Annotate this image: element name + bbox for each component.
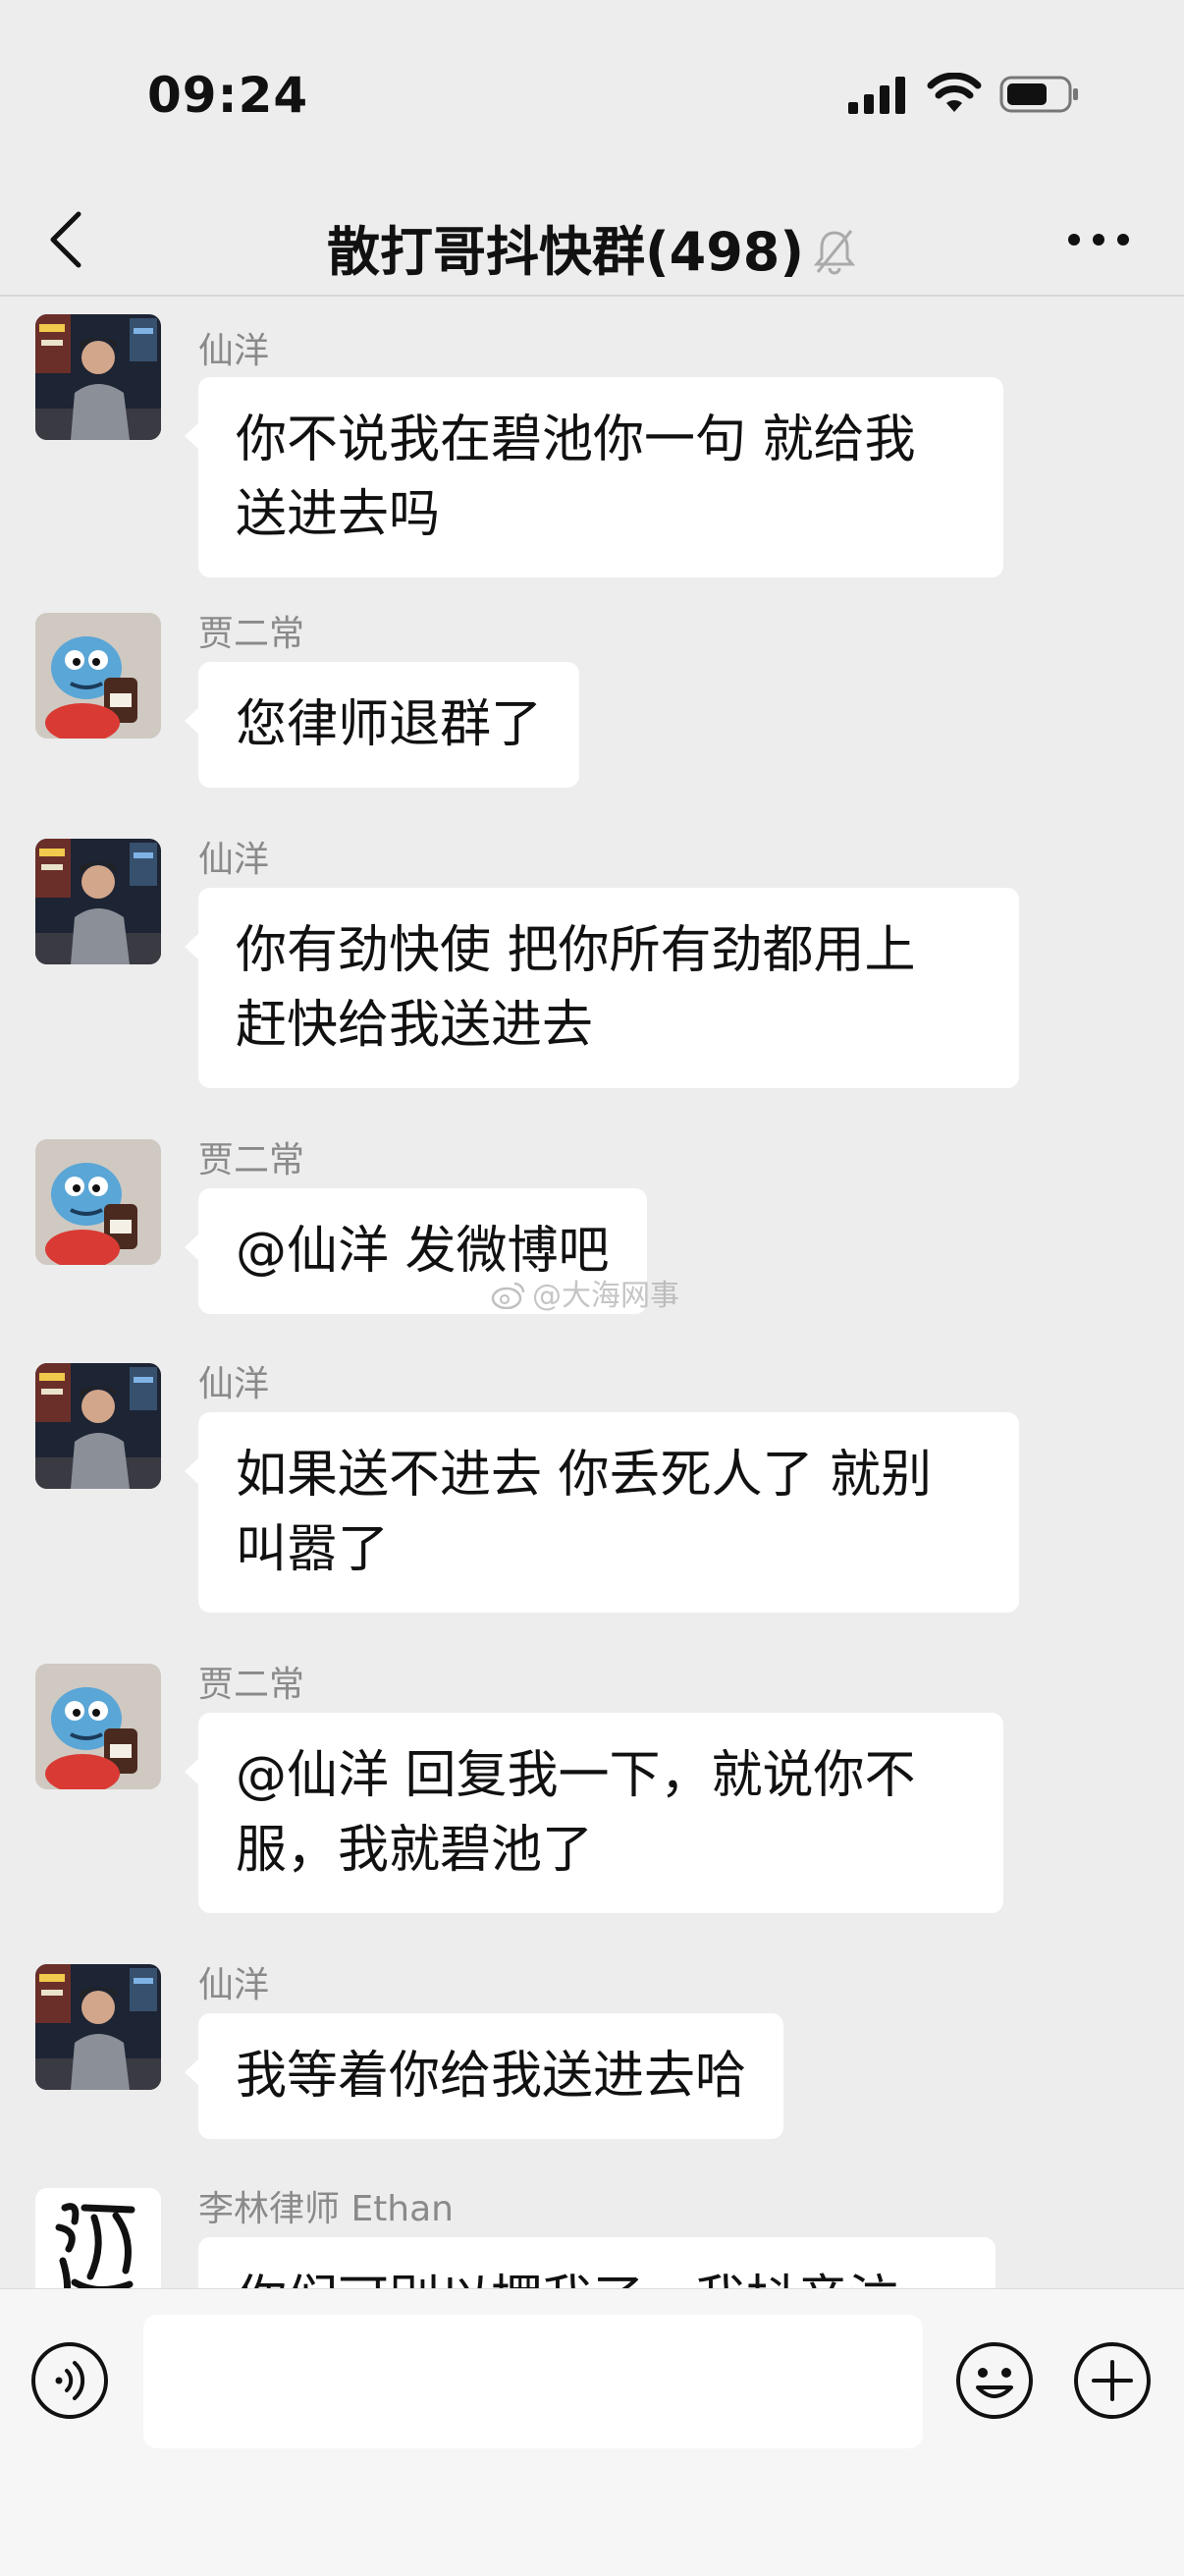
sender-name: 贾二常: [198, 614, 305, 654]
avatar-xianyang[interactable]: [35, 1964, 161, 2090]
avatar-xianyang[interactable]: [35, 1363, 161, 1489]
avatar-lilin-lawyer[interactable]: [35, 2188, 161, 2288]
avatar-jiaerchang[interactable]: [35, 1664, 161, 1789]
message-bubble[interactable]: 你有劲快使 把你所有劲都用上 赶快给我送进去: [185, 888, 1019, 1088]
cellular-signal-icon: [848, 77, 905, 114]
message-bubble[interactable]: 你们可别以摆我了，我抖音泣: [198, 2237, 996, 2288]
chat-title: 散打哥抖快群(498): [0, 208, 1184, 286]
sender-name: 李林律师 Ethan: [198, 2189, 454, 2229]
status-time: 09:24: [147, 67, 309, 124]
input-bar: [0, 2288, 1184, 2576]
chat-title-text: 散打哥抖快群(498): [326, 221, 805, 283]
avatar-jiaerchang[interactable]: [35, 613, 161, 739]
sender-name: 仙洋: [198, 840, 270, 880]
message-bubble[interactable]: 您律师退群了: [184, 662, 580, 788]
chat-nav-bar: 散打哥抖快群(498): [0, 187, 1184, 297]
voice-input-icon[interactable]: [29, 2340, 110, 2421]
person-night-street-icon: [35, 839, 161, 964]
calligraphy-logo-icon: [35, 2188, 161, 2288]
watermark-text: @大海网事: [532, 1279, 679, 1313]
blue-cartoon-mascot-icon: [35, 1664, 161, 1789]
sender-name: 仙洋: [198, 331, 270, 371]
person-night-street-icon: [35, 1363, 161, 1489]
message-bubble[interactable]: 你不说我在碧池你一句 就给我送进去吗: [185, 377, 1003, 577]
more-options-icon[interactable]: [1066, 226, 1131, 253]
message-input[interactable]: [143, 2315, 923, 2448]
sender-name: 贾二常: [198, 1665, 305, 1705]
weibo-watermark: @大海网事: [491, 1271, 679, 1314]
person-night-street-icon: [35, 1964, 161, 2090]
mute-bell-icon: [813, 230, 856, 275]
sender-name: 贾二常: [198, 1140, 305, 1180]
blue-cartoon-mascot-icon: [35, 613, 161, 739]
avatar-xianyang[interactable]: [35, 839, 161, 964]
message-bubble[interactable]: 如果送不进去 你丢死人了 就别叫嚣了: [185, 1412, 1019, 1613]
emoji-icon[interactable]: [954, 2340, 1035, 2421]
avatar-jiaerchang[interactable]: [35, 1139, 161, 1265]
sender-name: 仙洋: [198, 1364, 270, 1404]
wifi-icon: [927, 73, 982, 112]
blue-cartoon-mascot-icon: [35, 1139, 161, 1265]
add-icon[interactable]: [1072, 2340, 1153, 2421]
avatar-xianyang[interactable]: [35, 314, 161, 440]
message-bubble[interactable]: 我等着你给我送进去哈: [184, 2013, 784, 2139]
sender-name: 仙洋: [198, 1965, 270, 2005]
message-bubble[interactable]: @仙洋 回复我一下，就说你不服，我就碧池了: [185, 1713, 1003, 1913]
weibo-logo-icon: [491, 1282, 525, 1309]
status-bar: 09:24: [0, 0, 1184, 187]
person-night-street-icon: [35, 314, 161, 440]
battery-icon: [999, 76, 1078, 113]
